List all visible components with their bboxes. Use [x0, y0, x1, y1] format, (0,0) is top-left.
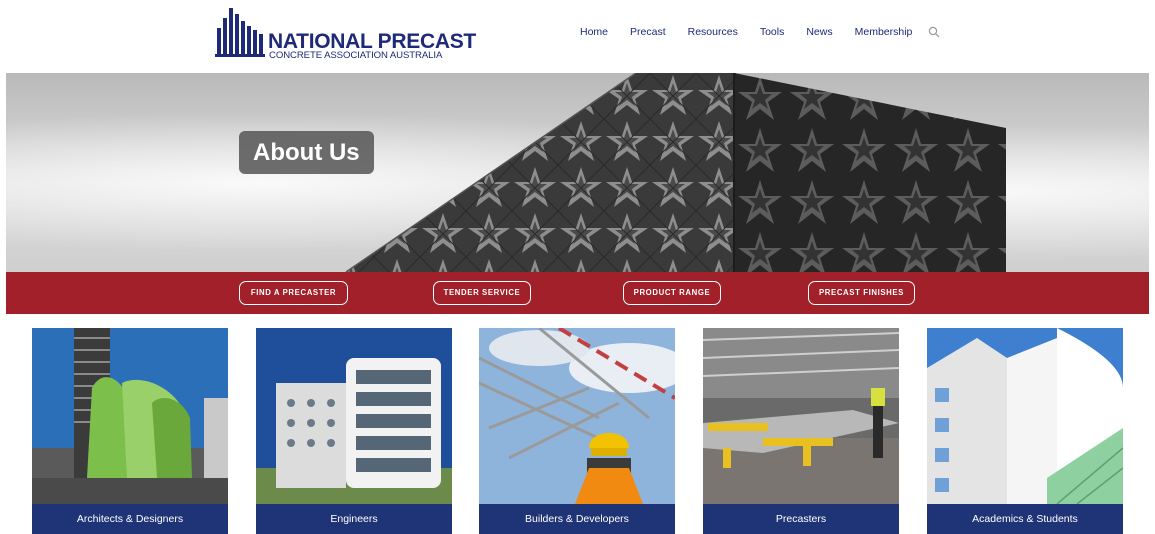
card-academics-students[interactable]: Academics & Students — [927, 328, 1123, 534]
nav-news[interactable]: News — [806, 26, 832, 38]
card-label: Engineers — [256, 504, 452, 534]
engineers-image — [256, 328, 452, 504]
main-nav: Home Precast Resources Tools News Member… — [580, 26, 940, 38]
quick-links-band: FIND A PRECASTER TENDER SERVICE PRODUCT … — [6, 272, 1149, 314]
search-icon[interactable] — [928, 26, 940, 38]
architects-image — [32, 328, 228, 504]
tender-service-button[interactable]: TENDER SERVICE — [433, 281, 531, 305]
nav-resources[interactable]: Resources — [688, 26, 738, 38]
card-precasters[interactable]: Precasters — [703, 328, 899, 534]
card-label: Precasters — [703, 504, 899, 534]
nav-tools[interactable]: Tools — [760, 26, 785, 38]
logo-bars-icon — [215, 8, 265, 57]
hero-building-image — [345, 73, 1006, 272]
logo-subtitle: CONCRETE ASSOCIATION AUSTRALIA — [269, 50, 443, 61]
nav-membership[interactable]: Membership — [855, 26, 913, 38]
card-engineers[interactable]: Engineers — [256, 328, 452, 534]
site-header: NATIONAL PRECAST CONCRETE ASSOCIATION AU… — [0, 0, 1155, 73]
card-builders-developers[interactable]: Builders & Developers — [479, 328, 675, 534]
precasters-image — [703, 328, 899, 504]
hero-banner: About Us — [6, 73, 1149, 272]
card-architects-designers[interactable]: Architects & Designers — [32, 328, 228, 534]
page-title: About Us — [239, 131, 374, 174]
card-label: Builders & Developers — [479, 504, 675, 534]
precast-finishes-button[interactable]: PRECAST FINISHES — [808, 281, 915, 305]
builders-image — [479, 328, 675, 504]
product-range-button[interactable]: PRODUCT RANGE — [623, 281, 721, 305]
site-logo[interactable]: NATIONAL PRECAST CONCRETE ASSOCIATION AU… — [214, 8, 476, 61]
academics-image — [927, 328, 1123, 504]
nav-precast[interactable]: Precast — [630, 26, 666, 38]
card-label: Architects & Designers — [32, 504, 228, 534]
card-label: Academics & Students — [927, 504, 1123, 534]
nav-home[interactable]: Home — [580, 26, 608, 38]
find-a-precaster-button[interactable]: FIND A PRECASTER — [239, 281, 348, 305]
